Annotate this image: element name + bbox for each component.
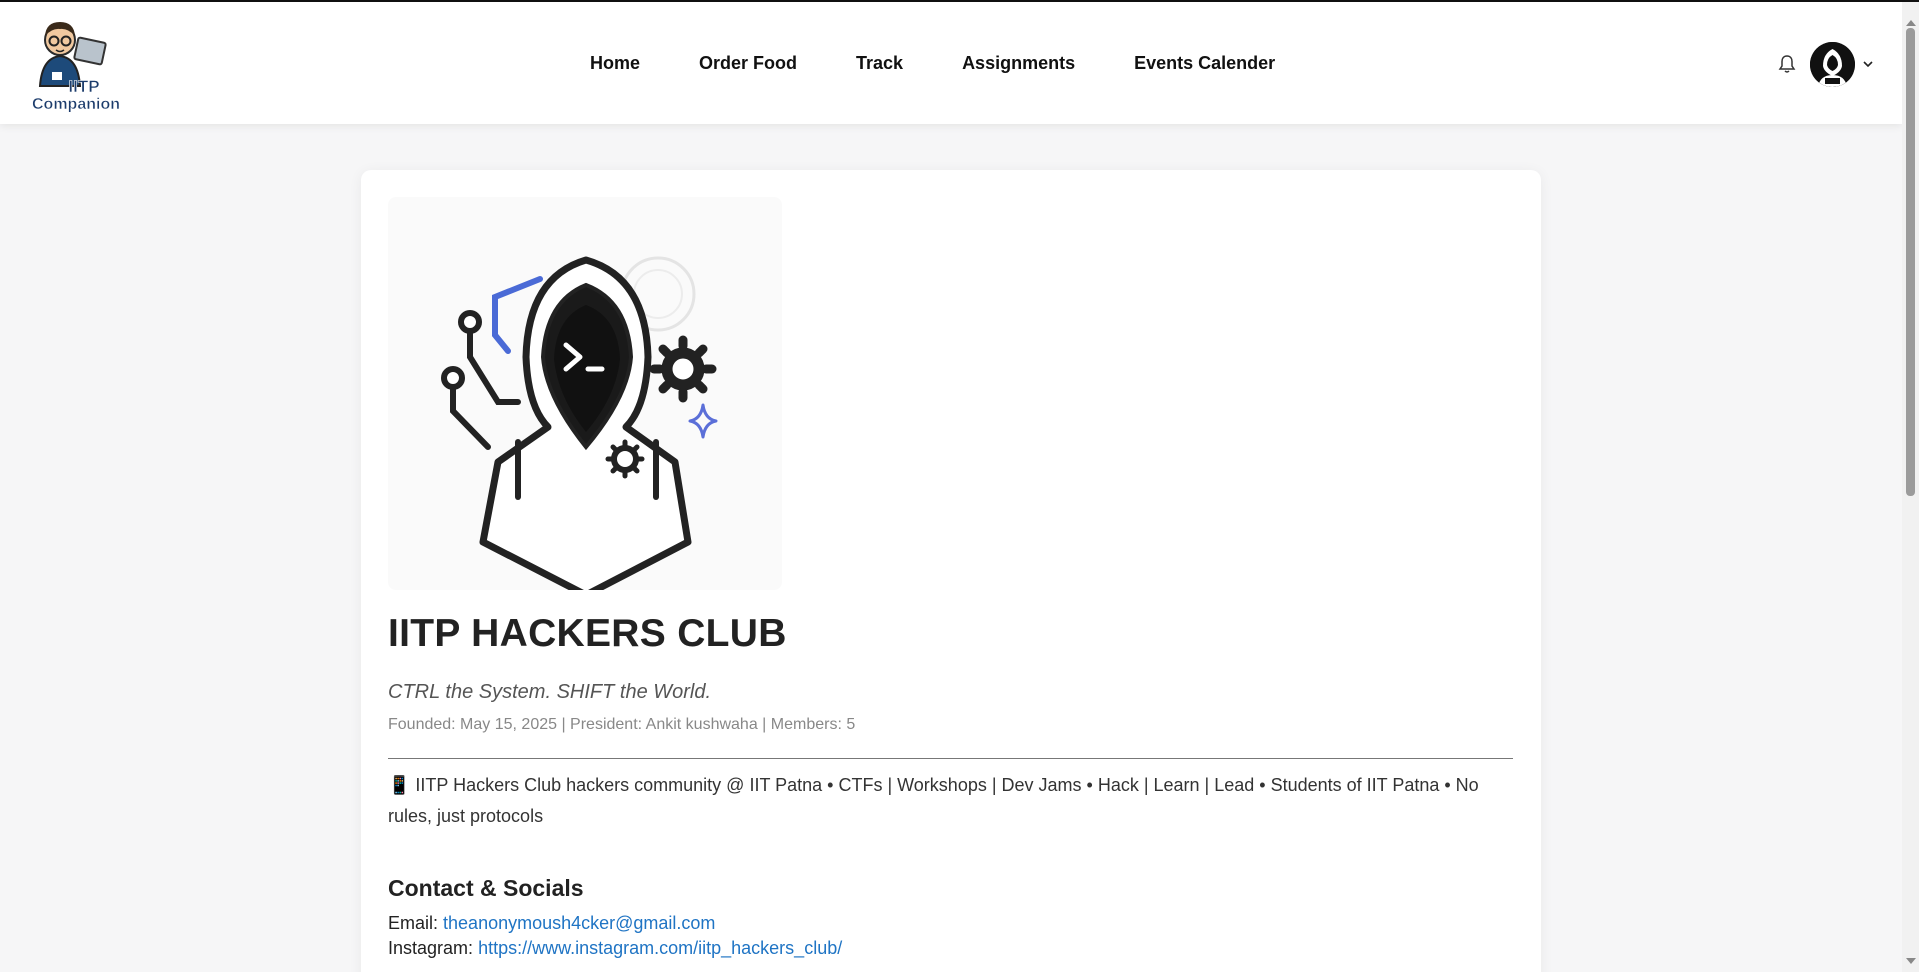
svg-text:Companion: Companion [32, 96, 120, 112]
club-logo-image [388, 197, 782, 599]
club-tagline: CTRL the System. SHIFT the World. [388, 681, 712, 703]
club-meta: Founded: May 15, 2025 | President: Ankit… [388, 716, 856, 733]
nav-track[interactable]: Track [856, 53, 903, 74]
email-label: Email: [388, 913, 439, 933]
nav-order-food[interactable]: Order Food [699, 53, 797, 74]
scroll-up-arrow[interactable] [1906, 20, 1916, 26]
instagram-row: Instagram: https://www.instagram.com/iit… [388, 938, 842, 959]
app-logo[interactable]: IITP Companion [32, 14, 132, 113]
svg-text:IITP: IITP [68, 77, 99, 96]
club-description: 📱 IITP Hackers Club hackers community @ … [388, 775, 1479, 826]
instagram-label: Instagram: [388, 938, 474, 958]
club-title: IITP HACKERS CLUB [388, 612, 787, 655]
divider [388, 758, 1513, 759]
contact-heading: Contact & Socials [388, 875, 584, 901]
avatar[interactable] [1810, 42, 1855, 87]
instagram-link[interactable]: https://www.instagram.com/iitp_hackers_c… [478, 938, 842, 958]
nav-assignments[interactable]: Assignments [962, 53, 1075, 74]
scroll-thumb[interactable] [1906, 28, 1915, 496]
main-nav: Home Order Food Track Assignments Events… [590, 2, 1275, 124]
club-card: IITP HACKERS CLUB CTRL the System. SHIFT… [361, 170, 1541, 972]
nav-home[interactable]: Home [590, 53, 640, 74]
scroll-down-arrow[interactable] [1906, 958, 1916, 964]
email-row: Email: theanonymoush4cker@gmail.com [388, 913, 715, 934]
page-scrollbar[interactable] [1902, 2, 1919, 972]
bell-icon[interactable] [1778, 54, 1796, 74]
email-link[interactable]: theanonymoush4cker@gmail.com [443, 913, 715, 933]
navbar: IITP Companion Home Order Food Track Ass… [0, 2, 1902, 124]
nav-events-calender[interactable]: Events Calender [1134, 53, 1275, 74]
chevron-down-icon[interactable] [1862, 56, 1874, 68]
